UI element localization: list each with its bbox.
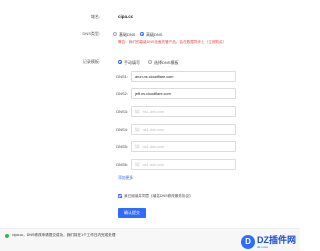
record-mode-manual-label[interactable]: 手动填写 bbox=[124, 60, 140, 65]
dns6-label: DNS6: bbox=[116, 162, 128, 167]
dns-type-warning: 警告：我们的高级DNS全面托管产品，会在数据同步上（立即购买） bbox=[118, 40, 227, 44]
submit-button[interactable]: 确认提交 bbox=[118, 208, 146, 218]
dns4-input[interactable]: 如：ns1.dns.com bbox=[131, 124, 236, 135]
record-mode-manual-radio[interactable] bbox=[118, 60, 122, 64]
dns1-label: DNS1: bbox=[116, 74, 128, 79]
success-dot-icon bbox=[5, 233, 9, 238]
watermark-subtitle: dz-x.net bbox=[257, 245, 268, 249]
record-mode-template-label[interactable]: 选择DNS模板 bbox=[154, 60, 178, 65]
dns5-input[interactable]: 如：ns1.dns.com bbox=[131, 141, 236, 152]
record-mode-template-radio[interactable] bbox=[148, 60, 152, 64]
record-mode-label: 记录模板: bbox=[82, 59, 100, 64]
dns-type-advanced-radio[interactable] bbox=[140, 32, 144, 36]
dns2-input[interactable]: jeff.ns.cloudflare.com bbox=[131, 88, 236, 99]
dns-type-advanced-label[interactable]: 高级DNS bbox=[146, 32, 162, 37]
dns1-input[interactable]: arun.ns.cloudflare.com bbox=[131, 71, 236, 82]
watermark-title: DZ插件网 bbox=[257, 235, 296, 245]
dns4-label: DNS4: bbox=[116, 127, 128, 132]
dns5-label: DNS5: bbox=[116, 144, 128, 149]
domain-value: cipa.cc bbox=[118, 14, 134, 19]
add-more-link[interactable]: 添加更多 bbox=[118, 176, 133, 181]
dns2-label: DNS2: bbox=[116, 91, 128, 96]
watermark-logo-icon: D bbox=[241, 235, 255, 249]
agreement-checkbox[interactable] bbox=[118, 194, 122, 198]
dns3-input[interactable]: 如：ns1.dns.com bbox=[131, 106, 236, 117]
dns-type-basic-label[interactable]: 基础DNS bbox=[119, 32, 135, 37]
domain-label: 域名: bbox=[90, 14, 100, 19]
dns-type-basic-radio[interactable] bbox=[113, 32, 117, 36]
agreement-text[interactable]: 我已阅读并同意《域名DNS修改服务协议》 bbox=[124, 194, 193, 199]
dns-type-label: DNS类型: bbox=[82, 31, 100, 36]
status-bar: cipa.cc，DNS修改申请提交成功，我们将在1个工作日内完成处理 D DZ插… bbox=[0, 228, 300, 251]
dns3-label: DNS3: bbox=[116, 109, 128, 114]
status-text: cipa.cc，DNS修改申请提交成功，我们将在1个工作日内完成处理 bbox=[12, 233, 116, 237]
watermark: D DZ插件网 dz-x.net bbox=[241, 235, 296, 249]
dns6-input[interactable]: 如：ns1.dns.com bbox=[131, 159, 236, 170]
